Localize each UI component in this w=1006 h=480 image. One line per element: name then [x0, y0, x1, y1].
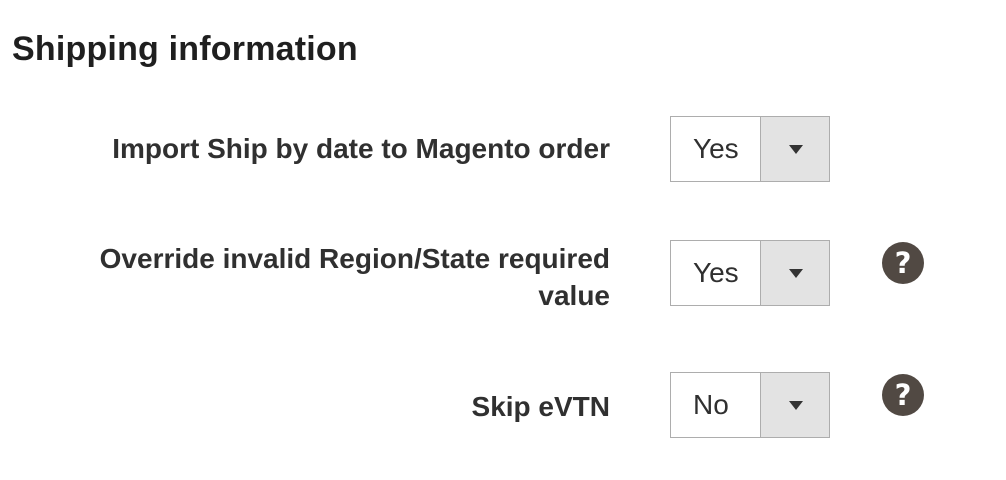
- field-label-override-invalid-region: Override invalid Region/State required v…: [99, 243, 610, 311]
- override-invalid-region-select[interactable]: Yes: [670, 240, 830, 306]
- select-toggle-button[interactable]: [760, 117, 829, 181]
- select-toggle-button[interactable]: [760, 241, 829, 305]
- field-label-import-ship-by-date: Import Ship by date to Magento order: [112, 133, 610, 164]
- skip-evtn-select[interactable]: No: [670, 372, 830, 438]
- select-value: Yes: [693, 257, 739, 288]
- question-mark-icon[interactable]: ?: [882, 374, 924, 416]
- select-toggle-button[interactable]: [760, 373, 829, 437]
- question-mark-icon[interactable]: ?: [882, 242, 924, 284]
- field-row-override-invalid-region: Override invalid Region/State required v…: [0, 240, 1006, 314]
- chevron-down-icon: [789, 269, 803, 278]
- import-ship-by-date-select[interactable]: Yes: [670, 116, 830, 182]
- field-row-import-ship-by-date: Import Ship by date to Magento order Yes: [0, 116, 1006, 182]
- section-title: Shipping information: [12, 30, 358, 68]
- chevron-down-icon: [789, 145, 803, 154]
- select-value: No: [693, 389, 729, 420]
- select-value: Yes: [693, 133, 739, 164]
- field-row-skip-evtn: Skip eVTN No ?: [0, 372, 1006, 438]
- chevron-down-icon: [789, 401, 803, 410]
- field-label-skip-evtn: Skip eVTN: [471, 391, 610, 422]
